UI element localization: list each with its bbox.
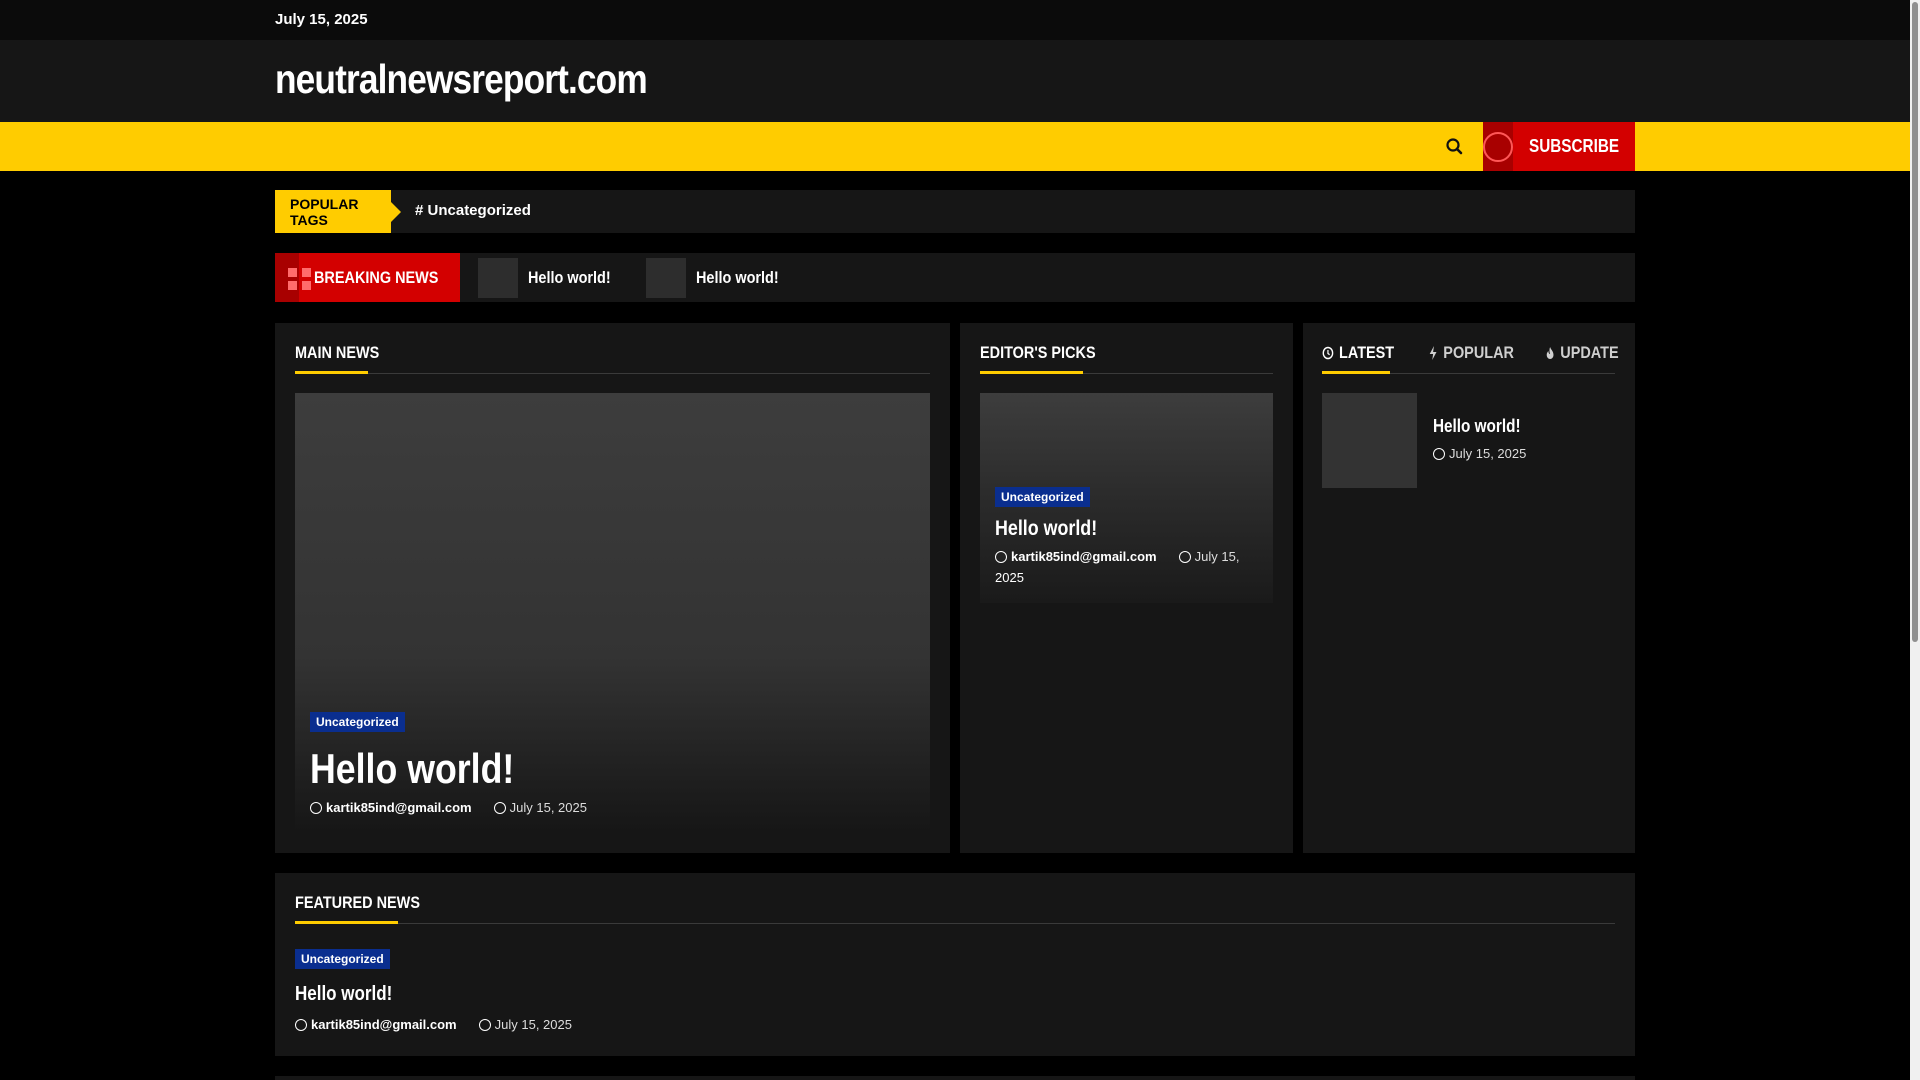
category-badge[interactable]: Uncategorized [310, 712, 405, 732]
search-button[interactable] [1442, 134, 1468, 160]
tab-update[interactable]: UPDATE [1545, 343, 1619, 363]
user-icon [310, 801, 322, 814]
circle-icon [1483, 122, 1513, 171]
page-scrollbar[interactable] [1910, 0, 1920, 1080]
post-meta: kartik85ind@gmail.com July 15, 2025 [295, 1017, 572, 1032]
heading-accent [980, 371, 1083, 374]
subscribe-button[interactable]: SUBSCRIBE [1483, 122, 1635, 171]
breaking-news-label: BREAKING NEWS [275, 253, 460, 302]
breaking-news-link[interactable]: Hello world! [696, 268, 779, 288]
tag-link-uncategorized[interactable]: # Uncategorized [415, 202, 531, 219]
editors-picks-heading: EDITOR'S PICKS [980, 343, 1096, 362]
header: neutralnewsreport.com [0, 40, 1910, 122]
site-title-link[interactable]: neutralnewsreport.com [275, 56, 648, 103]
clock-icon [1178, 550, 1191, 563]
post-date: July 15, [1194, 549, 1240, 564]
post-date: July 15, 2025 [494, 1017, 572, 1032]
heading-divider [295, 923, 1615, 924]
post-date-continued: 2025 [995, 570, 1024, 585]
clock-icon [478, 1018, 491, 1031]
breaking-news-item[interactable]: Hello world! [646, 258, 793, 298]
tab-popular-label: POPULAR [1443, 343, 1514, 362]
main-navigation: SUBSCRIBE [0, 122, 1910, 171]
popular-tags-bar: POPULAR TAGS # Uncategorized [275, 190, 1635, 233]
bolt-icon [1429, 346, 1437, 360]
latest-post-thumbnail[interactable] [1322, 393, 1417, 488]
user-icon [295, 1018, 307, 1031]
featured-news-title[interactable]: Hello world! [295, 983, 392, 1006]
tab-popular[interactable]: POPULAR [1428, 343, 1514, 363]
featured-news-heading: FEATURED NEWS [295, 893, 420, 912]
breaking-news-item[interactable]: Hello world! [478, 258, 625, 298]
breaking-news-title: BREAKING NEWS [313, 267, 439, 287]
main-news-heading: MAIN NEWS [295, 343, 380, 362]
search-icon [1446, 138, 1463, 155]
tab-update-label: UPDATE [1560, 343, 1619, 362]
category-badge[interactable]: Uncategorized [295, 949, 390, 969]
heading-accent [295, 921, 398, 924]
current-date: July 15, 2025 [275, 11, 368, 28]
editors-pick-title[interactable]: Hello world! [995, 517, 1097, 541]
heading-divider [295, 373, 930, 374]
category-badge[interactable]: Uncategorized [995, 487, 1090, 507]
post-author[interactable]: kartik85ind@gmail.com [311, 1017, 457, 1032]
fire-icon [1546, 347, 1554, 359]
clock-icon [1322, 346, 1334, 360]
breaking-news-thumbnail[interactable] [478, 258, 518, 298]
breaking-news-link[interactable]: Hello world! [528, 268, 611, 288]
scrollbar-thumb[interactable] [1912, 2, 1918, 642]
post-date: July 15, 2025 [1449, 446, 1527, 461]
clock-icon [1433, 447, 1445, 460]
user-icon [995, 550, 1007, 563]
subscribe-label: SUBSCRIBE [1529, 136, 1620, 156]
post-meta: kartik85ind@gmail.com July 15, [995, 549, 1239, 564]
breaking-news-thumbnail[interactable] [646, 258, 686, 298]
top-bar: July 15, 2025 [0, 0, 1910, 40]
heading-accent [295, 371, 368, 374]
post-meta: July 15, 2025 [1433, 446, 1526, 461]
tab-latest[interactable]: LATEST [1322, 343, 1394, 363]
breaking-news-bar: BREAKING NEWS Hello world! Hello world! [275, 253, 1635, 302]
tab-latest-label: LATEST [1339, 343, 1395, 362]
clock-icon [493, 801, 506, 814]
post-meta: kartik85ind@gmail.com July 15, 2025 [310, 800, 587, 815]
next-section-panel [275, 1076, 1635, 1080]
popular-tags-label: POPULAR TAGS [275, 190, 401, 233]
latest-post-title[interactable]: Hello world! [1433, 416, 1521, 437]
post-author[interactable]: kartik85ind@gmail.com [326, 800, 472, 815]
main-news-title[interactable]: Hello world! [310, 745, 514, 793]
post-date: July 15, 2025 [509, 800, 587, 815]
active-tab-accent [1322, 371, 1390, 374]
post-author[interactable]: kartik85ind@gmail.com [1011, 549, 1157, 564]
grid-icon [275, 253, 311, 302]
